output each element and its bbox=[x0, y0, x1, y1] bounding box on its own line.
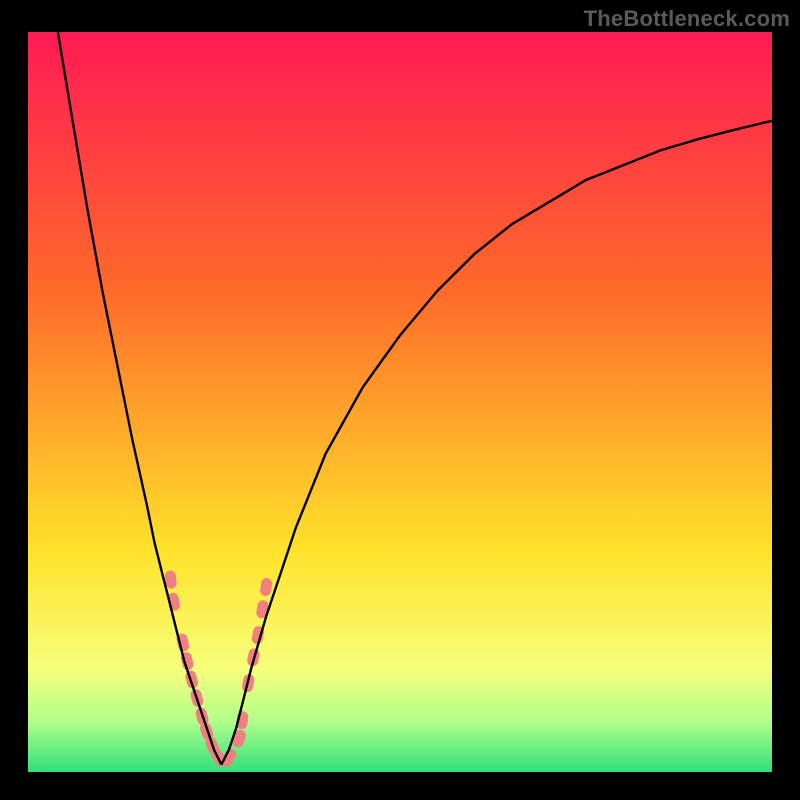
bottleneck-chart bbox=[0, 0, 800, 800]
frame-right bbox=[772, 0, 800, 800]
plot-background bbox=[28, 32, 772, 772]
watermark-text: TheBottleneck.com bbox=[584, 6, 790, 32]
frame-left bbox=[0, 0, 28, 800]
frame-bottom bbox=[0, 772, 800, 800]
chart-frame: TheBottleneck.com bbox=[0, 0, 800, 800]
